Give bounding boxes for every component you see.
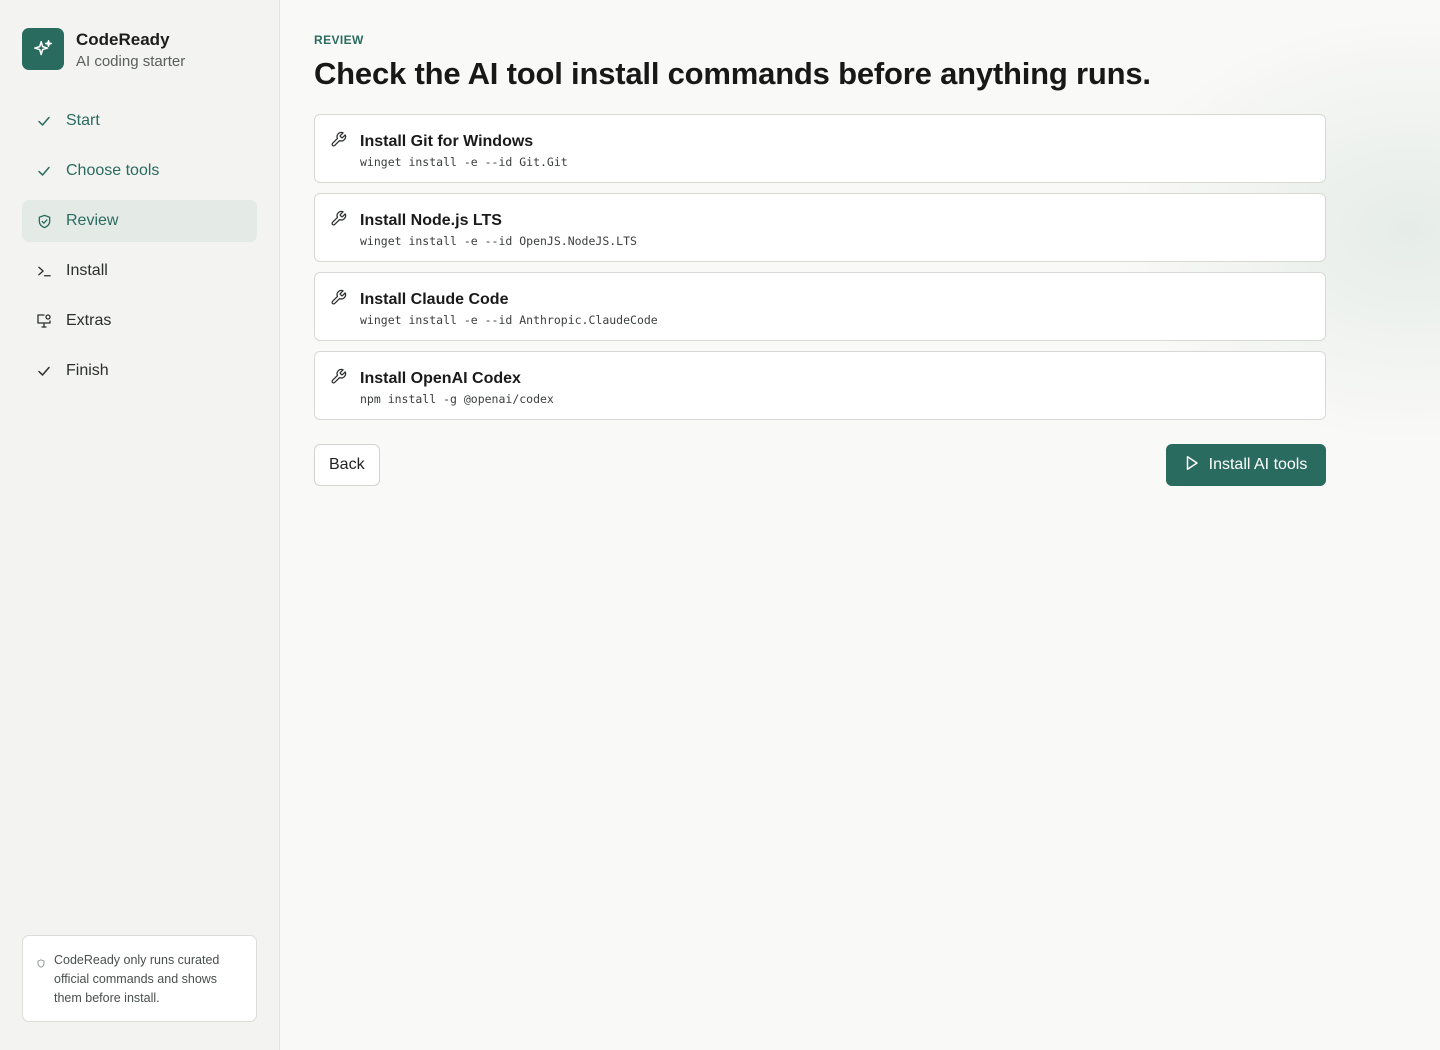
install-ai-tools-label: Install AI tools	[1208, 456, 1308, 473]
command-list: Install Git for Windows winget install -…	[314, 114, 1326, 420]
sparkles-icon	[22, 28, 64, 70]
brand-name: CodeReady	[76, 30, 170, 49]
command-card: Install Node.js LTS winget install -e --…	[314, 193, 1326, 262]
nav-item-review[interactable]: Review	[22, 200, 257, 242]
step-eyebrow: Review	[314, 33, 364, 47]
app-window: CodeReady AI coding starter Start Choose…	[0, 0, 1440, 1050]
check-icon	[36, 163, 52, 179]
check-icon	[36, 113, 52, 129]
wrench-icon	[330, 368, 347, 385]
command-card: Install OpenAI Codex npm install -g @ope…	[314, 351, 1326, 420]
nav-item-label: Start	[66, 112, 100, 129]
shield-icon	[37, 955, 45, 968]
nav-item-label: Install	[66, 262, 108, 279]
wrench-icon	[330, 289, 347, 306]
nav-item-label: Choose tools	[66, 162, 160, 179]
nav-item-label: Review	[66, 212, 119, 229]
sidebar: CodeReady AI coding starter Start Choose…	[0, 0, 280, 1050]
command-title: Install Git for Windows	[360, 133, 534, 150]
command-code: npm install -g @openai/codex	[360, 392, 554, 406]
main-content: Review Check the AI tool install command…	[280, 0, 1440, 1050]
brand: CodeReady AI coding starter	[22, 28, 257, 72]
nav-item-choose-tools[interactable]: Choose tools	[22, 150, 257, 192]
install-ai-tools-button[interactable]: Install AI tools	[1166, 444, 1326, 486]
nav-item-label: Extras	[66, 312, 112, 329]
command-code: winget install -e --id OpenJS.NodeJS.LTS	[360, 234, 637, 248]
command-title: Install Claude Code	[360, 291, 509, 308]
back-button[interactable]: Back	[314, 444, 380, 486]
step-nav: Start Choose tools Review Install Extras…	[22, 100, 257, 392]
nav-item-finish[interactable]: Finish	[22, 350, 257, 392]
shield-check-icon	[36, 213, 52, 229]
safety-note-text: CodeReady only runs curated official com…	[54, 953, 220, 1005]
action-bar: Back Install AI tools	[314, 444, 1326, 486]
command-title: Install Node.js LTS	[360, 212, 502, 229]
command-card: Install Git for Windows winget install -…	[314, 114, 1326, 183]
safety-note: CodeReady only runs curated official com…	[22, 935, 257, 1022]
nav-item-start[interactable]: Start	[22, 100, 257, 142]
command-code: winget install -e --id Anthropic.ClaudeC…	[360, 313, 658, 327]
wrench-icon	[330, 210, 347, 227]
wrench-icon	[330, 131, 347, 148]
monitor-settings-icon	[36, 313, 52, 329]
command-code: winget install -e --id Git.Git	[360, 155, 568, 169]
nav-item-install[interactable]: Install	[22, 250, 257, 292]
check-icon	[36, 363, 52, 379]
terminal-icon	[36, 263, 52, 279]
nav-item-extras[interactable]: Extras	[22, 300, 257, 342]
nav-item-label: Finish	[66, 362, 109, 379]
play-icon	[1185, 455, 1199, 476]
command-card: Install Claude Code winget install -e --…	[314, 272, 1326, 341]
page-title: Check the AI tool install commands befor…	[314, 56, 1151, 91]
command-title: Install OpenAI Codex	[360, 370, 521, 387]
brand-subtitle: AI coding starter	[76, 53, 186, 70]
